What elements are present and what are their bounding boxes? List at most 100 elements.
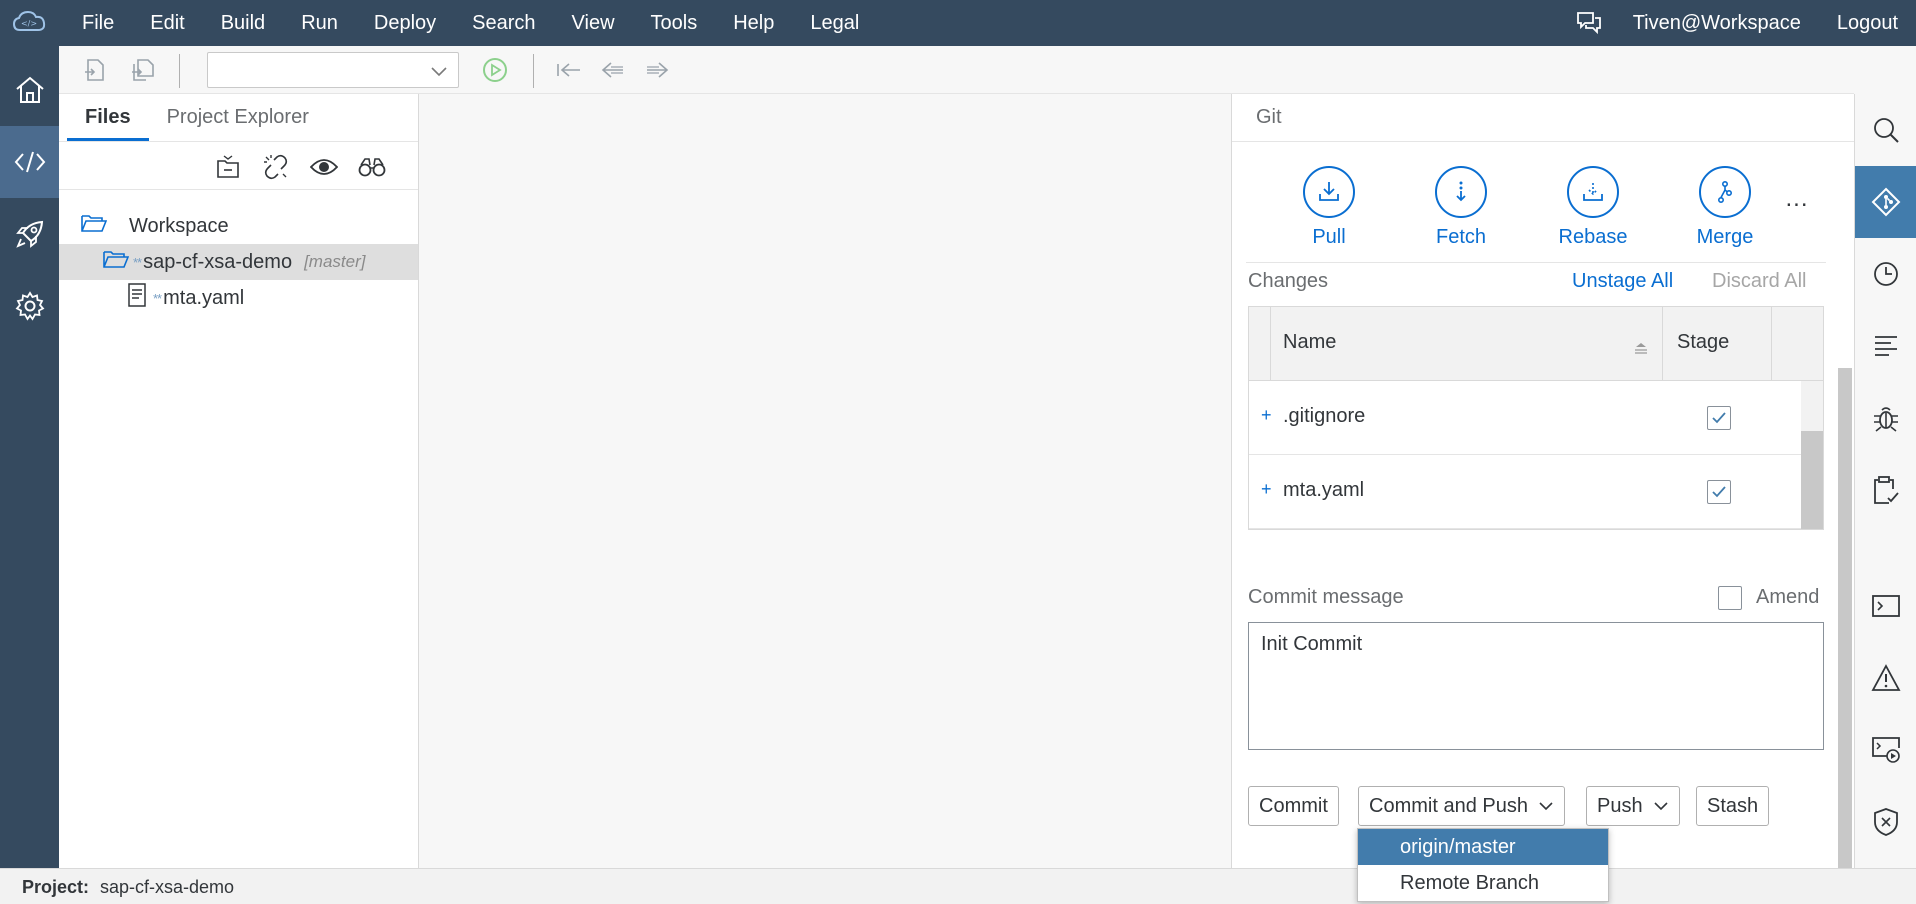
added-status-icon: + (1261, 479, 1272, 499)
checkmark-icon (1712, 486, 1726, 498)
menu-view[interactable]: View (554, 0, 633, 46)
files-toolbar (59, 142, 418, 190)
tree-item-project[interactable]: ** sap-cf-xsa-demo [master] (59, 244, 418, 280)
unlink-icon[interactable] (261, 152, 291, 182)
tab-project-explorer[interactable]: Project Explorer (149, 94, 327, 141)
development-icon[interactable] (0, 126, 59, 198)
files-panel: Files Project Explorer Workspace ** sap-… (59, 94, 419, 868)
save-all-icon[interactable] (129, 56, 157, 84)
rocket-icon[interactable] (0, 198, 59, 270)
amend-checkbox[interactable] (1718, 586, 1742, 610)
left-activity-bar (0, 46, 59, 868)
table-scrollbar[interactable] (1801, 381, 1823, 529)
column-divider (1771, 307, 1772, 381)
menu-build[interactable]: Build (203, 0, 283, 46)
commit-message-label: Commit message (1248, 586, 1404, 608)
last-edit-location-icon[interactable] (555, 56, 583, 84)
outline-icon[interactable] (1855, 310, 1916, 382)
stage-checkbox[interactable] (1707, 480, 1731, 504)
menu-edit[interactable]: Edit (132, 0, 202, 46)
problems-warning-icon[interactable] (1855, 642, 1916, 714)
editor-area[interactable] (419, 94, 1231, 868)
merge-button[interactable]: Merge (1680, 166, 1770, 249)
discard-all-link[interactable]: Discard All (1712, 270, 1806, 293)
tree-label-workspace: Workspace (129, 214, 229, 237)
search-icon[interactable] (1855, 94, 1916, 166)
scrollbar-thumb[interactable] (1838, 368, 1852, 868)
pull-label: Pull (1312, 226, 1346, 248)
debugger-bug-icon[interactable] (1855, 382, 1916, 454)
menu-legal[interactable]: Legal (792, 0, 877, 46)
clipboard-check-icon[interactable] (1855, 454, 1916, 526)
tree-item-file[interactable]: ** mta.yaml (59, 280, 418, 316)
git-change-marker: ** (133, 254, 142, 270)
checkmark-icon (1712, 412, 1726, 424)
divider (1246, 262, 1826, 263)
rebase-button[interactable]: Rebase (1548, 166, 1638, 249)
menu-help[interactable]: Help (715, 0, 792, 46)
tree-label-project: sap-cf-xsa-demo (143, 250, 293, 273)
column-header-stage[interactable]: Stage (1677, 331, 1729, 354)
pull-button[interactable]: Pull (1284, 166, 1374, 249)
run-console-icon[interactable] (1855, 714, 1916, 786)
home-icon[interactable] (0, 54, 59, 126)
push-button[interactable]: Push (1586, 786, 1680, 826)
show-hidden-eye-icon[interactable] (309, 152, 339, 182)
rebase-label: Rebase (1558, 226, 1628, 248)
run-icon[interactable] (481, 56, 509, 84)
sort-icon[interactable] (1633, 337, 1649, 360)
more-actions-icon[interactable]: ... (1777, 187, 1817, 214)
folder-open-icon (103, 249, 130, 275)
tree-label-file: mta.yaml (163, 286, 245, 309)
web-ide-logo-icon: </> (10, 8, 50, 38)
commit-message-input[interactable]: Init Commit (1248, 622, 1824, 750)
collapse-all-icon[interactable] (213, 152, 243, 182)
git-icon[interactable] (1855, 166, 1916, 238)
run-configuration-select[interactable] (207, 52, 459, 88)
settings-gear-icon[interactable] (0, 270, 59, 342)
commit-and-push-button[interactable]: Commit and Push (1358, 786, 1565, 826)
chat-icon[interactable] (1569, 0, 1609, 46)
terminal-icon[interactable] (1855, 570, 1916, 642)
rebase-icon (1567, 166, 1619, 218)
stash-label: Stash (1707, 794, 1759, 817)
changes-label: Changes (1248, 270, 1329, 292)
right-tool-bar (1854, 94, 1916, 868)
option-remote-branch[interactable]: Remote Branch (1358, 865, 1608, 901)
scrollbar-thumb[interactable] (1801, 431, 1823, 529)
fetch-button[interactable]: Fetch (1416, 166, 1506, 249)
menu-run[interactable]: Run (283, 0, 356, 46)
user-name[interactable]: Tiven@Workspace (1633, 12, 1801, 35)
stash-button[interactable]: Stash (1696, 786, 1770, 826)
new-file-icon[interactable] (81, 56, 109, 84)
tab-files[interactable]: Files (67, 94, 149, 141)
status-project-value: sap-cf-xsa-demo (100, 877, 235, 897)
forward-arrow-icon[interactable] (643, 56, 671, 84)
commit-button[interactable]: Commit (1248, 786, 1339, 826)
table-row[interactable]: + mta.yaml (1249, 455, 1801, 529)
menu-tools[interactable]: Tools (633, 0, 716, 46)
menu-file[interactable]: File (64, 0, 132, 46)
git-change-marker: ** (153, 290, 162, 306)
pull-icon (1303, 166, 1355, 218)
column-header-name[interactable]: Name (1283, 331, 1336, 354)
file-document-icon (127, 283, 147, 313)
folder-open-icon (81, 213, 108, 239)
table-row[interactable]: + .gitignore (1249, 381, 1801, 455)
divider (1232, 141, 1855, 142)
chevron-down-icon (430, 61, 448, 84)
unstage-all-link[interactable]: Unstage All (1572, 270, 1673, 293)
file-name: .gitignore (1283, 405, 1366, 427)
search-binoculars-icon[interactable] (357, 152, 387, 182)
tree-item-workspace[interactable]: Workspace (59, 208, 418, 244)
menu-search[interactable]: Search (454, 0, 553, 46)
row-gutter (1249, 307, 1271, 381)
logout-link[interactable]: Logout (1837, 12, 1898, 35)
back-arrow-icon[interactable] (599, 56, 627, 84)
stage-checkbox[interactable] (1707, 406, 1731, 430)
security-shield-icon[interactable] (1855, 786, 1916, 858)
merge-label: Merge (1696, 226, 1754, 248)
menu-deploy[interactable]: Deploy (356, 0, 454, 46)
option-origin-master[interactable]: origin/master (1358, 829, 1608, 865)
history-clock-icon[interactable] (1855, 238, 1916, 310)
